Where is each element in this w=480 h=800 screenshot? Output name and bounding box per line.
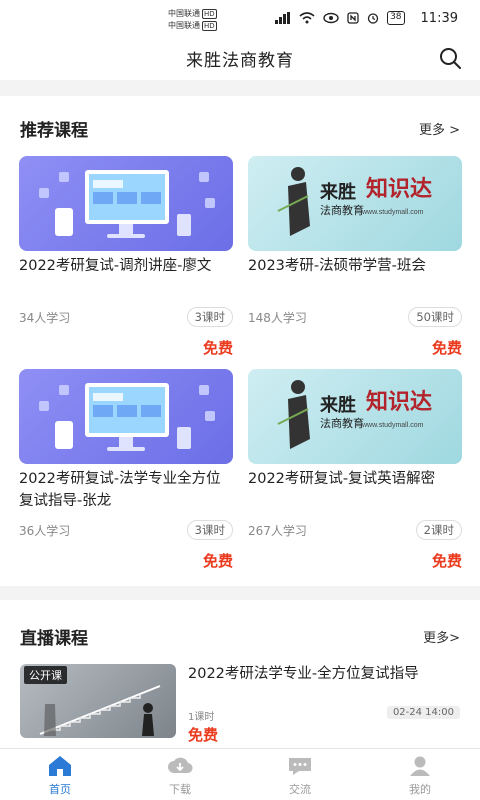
learner-count: 267人学习 [248, 523, 307, 538]
hd-badge: HD [202, 21, 217, 31]
price-label: 免费 [202, 552, 233, 570]
price-label: 免费 [188, 726, 219, 744]
clock: 11:39 [420, 10, 458, 26]
price-label: 免费 [202, 339, 233, 357]
live-time: 02-24 14:00 [386, 706, 460, 719]
course-title: 2022考研复试-法学专业全方位复试指导-张龙 [19, 471, 221, 509]
live-thumbnail: 公开课 [20, 664, 176, 738]
course-thumbnail: 来胜 知识达 法商教育 www.studymall.com [248, 156, 462, 251]
tab-download[interactable]: 下载 [120, 749, 240, 800]
live-course-item[interactable]: 公开课 2022考研法学专业-全方位复试指导 1课时 02-24 14:00 免… [20, 664, 460, 744]
course-thumbnail [19, 369, 233, 464]
carrier-1: 中国联通 [168, 9, 200, 18]
app-title: 来胜法商教育 [186, 50, 294, 71]
recommended-section: 推荐课程 更多 > 2022考研复试-调剂讲座-廖文 34人学习 3课时 免费 … [0, 96, 480, 586]
wifi-icon [299, 12, 315, 24]
brand-text: 来胜 [319, 395, 356, 415]
download-icon [168, 757, 193, 774]
lesson-count: 2课时 [415, 520, 462, 540]
tab-label: 下载 [169, 783, 191, 796]
learner-count: 148人学习 [248, 310, 307, 325]
search-icon[interactable] [438, 46, 462, 70]
lesson-count: 1课时 [188, 712, 215, 723]
course-title: 2022考研复试-复试英语解密 [248, 471, 436, 487]
section-title: 推荐课程 [20, 121, 88, 141]
learner-count: 36人学习 [19, 523, 71, 538]
course-title: 2022考研复试-调剂讲座-廖文 [19, 258, 212, 274]
tab-chat[interactable]: 交流 [240, 749, 360, 800]
more-link[interactable]: 更多 > [419, 119, 460, 138]
learner-count: 34人学习 [19, 310, 71, 325]
brand-sub: 法商教育 [320, 416, 364, 430]
course-card[interactable]: 来胜 知识达 法商教育 www.studymall.com 2023考研-法硕带… [248, 156, 462, 358]
course-thumbnail: 来胜 知识达 法商教育 www.studymall.com [248, 369, 462, 464]
carrier-2: 中国联通 [168, 21, 200, 30]
tab-profile[interactable]: 我的 [360, 749, 480, 800]
user-icon [410, 756, 430, 776]
course-thumbnail [19, 156, 233, 251]
section-title: 直播课程 [20, 629, 88, 649]
lesson-count: 3课时 [186, 307, 233, 327]
bottom-tab-bar: 首页 下载 交流 我的 [0, 748, 480, 800]
tab-label: 首页 [49, 783, 71, 796]
tab-label: 我的 [409, 783, 431, 796]
brand-sub: 法商教育 [320, 203, 364, 217]
tab-label: 交流 [289, 783, 311, 796]
live-tag: 公开课 [24, 666, 67, 684]
live-title: 2022考研法学专业-全方位复试指导 [188, 666, 419, 682]
hd-badge: HD [202, 9, 217, 19]
home-icon [49, 756, 71, 776]
brand-headline: 知识达 [366, 176, 432, 201]
more-link[interactable]: 更多> [423, 627, 460, 646]
tab-home[interactable]: 首页 [0, 749, 120, 800]
app-header: 来胜法商教育 [0, 36, 480, 80]
nfc-icon [347, 12, 359, 24]
battery-icon: 38 [387, 11, 405, 25]
carrier-info: 中国联通 HD 中国联通 HD [168, 8, 217, 32]
price-label: 免费 [431, 339, 462, 357]
eye-icon [323, 12, 339, 24]
course-title: 2023考研-法硕带学营-班会 [248, 258, 426, 274]
lesson-count: 50课时 [408, 307, 462, 327]
status-bar: 中国联通 HD 中国联通 HD 38 11:39 [0, 0, 480, 36]
signal-icon [275, 12, 291, 24]
course-card[interactable]: 2022考研复试-法学专业全方位复试指导-张龙 36人学习 3课时 免费 [19, 369, 233, 571]
chat-icon [289, 758, 311, 775]
brand-text: 来胜 [319, 182, 356, 202]
brand-headline: 知识达 [366, 389, 432, 414]
lesson-count: 3课时 [186, 520, 233, 540]
brand-url: www.studymall.com [361, 422, 424, 429]
price-label: 免费 [431, 552, 462, 570]
course-card[interactable]: 2022考研复试-调剂讲座-廖文 34人学习 3课时 免费 [19, 156, 233, 358]
alarm-icon [367, 13, 379, 24]
course-card[interactable]: 来胜 知识达 法商教育 www.studymall.com 2022考研复试-复… [248, 369, 462, 571]
brand-url: www.studymall.com [361, 209, 424, 216]
